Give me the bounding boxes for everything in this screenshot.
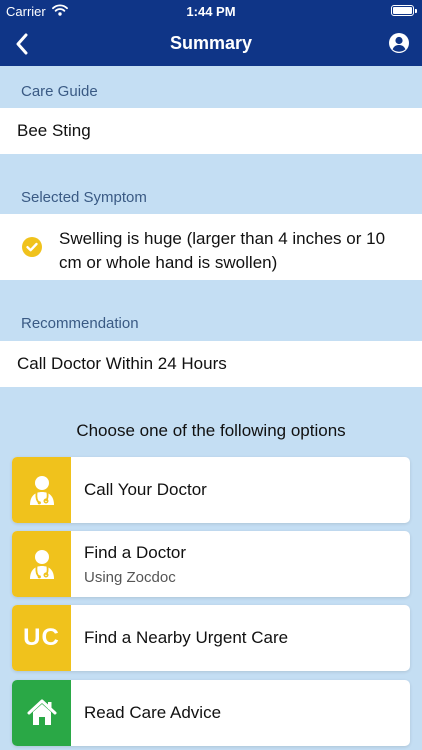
selected-symptom-label: Selected Symptom: [21, 189, 147, 206]
care-guide-label: Care Guide: [21, 83, 98, 100]
battery-icon: [391, 5, 417, 16]
page-title: Summary: [169, 33, 253, 53]
urgent-care-icon-text: UC: [23, 624, 60, 651]
doctor-icon: [12, 531, 71, 597]
find-a-doctor-sublabel: Using Zocdoc: [84, 569, 176, 586]
call-your-doctor-button[interactable]: Call Your Doctor: [12, 457, 410, 523]
read-care-advice-button[interactable]: Read Care Advice: [12, 680, 410, 746]
find-a-doctor-button[interactable]: Find a Doctor Using Zocdoc: [12, 531, 410, 597]
top-bar: Carrier 1:44 PM Summary: [0, 0, 422, 66]
find-urgent-care-label: Find a Nearby Urgent Care: [84, 628, 289, 647]
selected-symptom-row: Swelling is huge (larger than 4 inches o…: [0, 214, 422, 280]
options-heading: Choose one of the following options: [76, 421, 346, 440]
user-circle-icon: [389, 33, 409, 53]
doctor-icon: [12, 457, 71, 523]
urgent-care-icon: UC: [12, 605, 71, 671]
home-icon: [12, 680, 71, 746]
find-urgent-care-button[interactable]: UC Find a Nearby Urgent Care: [12, 605, 410, 671]
check-circle-icon: [22, 237, 42, 257]
find-a-doctor-label: Find a Doctor: [84, 543, 187, 562]
selected-symptom-text: Swelling is huge (larger than 4 inches o…: [59, 229, 386, 272]
care-guide-value: Bee Sting: [0, 108, 422, 154]
status-time: 1:44 PM: [186, 4, 236, 19]
profile-button[interactable]: [388, 32, 410, 54]
status-bar: Carrier 1:44 PM: [0, 0, 422, 22]
call-your-doctor-label: Call Your Doctor: [84, 480, 207, 499]
recommendation-label: Recommendation: [21, 315, 139, 332]
nav-bar: Summary: [0, 22, 422, 66]
read-care-advice-label: Read Care Advice: [84, 703, 222, 722]
recommendation-value: Call Doctor Within 24 Hours: [0, 341, 422, 387]
